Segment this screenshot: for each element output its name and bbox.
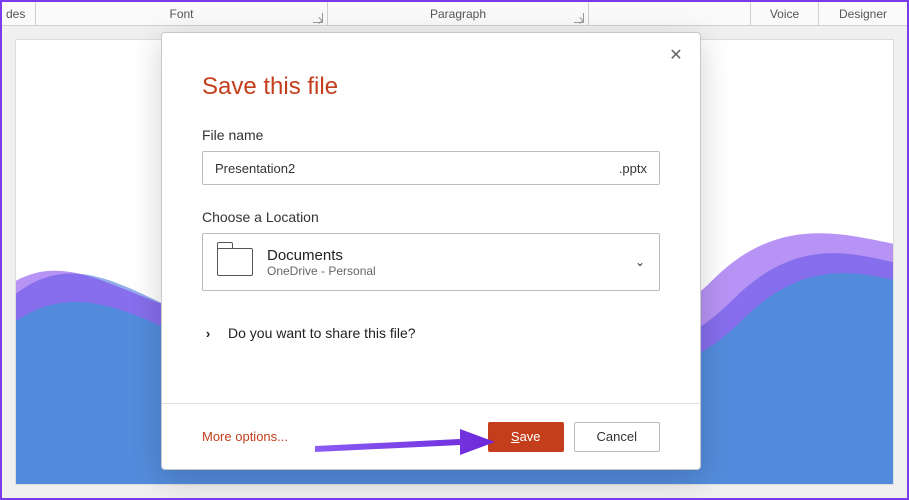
chevron-right-icon: › [202, 326, 214, 341]
close-button[interactable]: ✕ [662, 41, 690, 69]
ribbon-groups: des Font Paragraph Voice Designer [2, 2, 907, 26]
font-dialog-launcher-icon[interactable] [313, 13, 323, 23]
paragraph-dialog-launcher-icon[interactable] [574, 13, 584, 23]
location-picker[interactable]: Documents OneDrive - Personal ⌄ [202, 233, 660, 291]
location-name: Documents [267, 247, 621, 264]
save-file-dialog: ✕ Save this file File name .pptx Choose … [161, 32, 701, 470]
ribbon-group-slides: des [2, 2, 36, 25]
ribbon-group-designer: Designer [819, 2, 907, 25]
save-button[interactable]: Save [488, 422, 564, 452]
chevron-down-icon: ⌄ [635, 255, 645, 269]
ribbon-group-font: Font [36, 2, 328, 25]
location-sub: OneDrive - Personal [267, 264, 621, 278]
close-icon: ✕ [669, 45, 682, 65]
more-options-link[interactable]: More options... [202, 429, 288, 444]
save-button-rest: ave [520, 429, 541, 444]
cancel-button[interactable]: Cancel [574, 422, 660, 452]
file-extension: .pptx [619, 161, 647, 176]
share-expander[interactable]: › Do you want to share this file? [202, 321, 660, 345]
filename-field-wrapper: .pptx [202, 151, 660, 185]
dialog-title: Save this file [202, 73, 660, 101]
folder-icon [217, 248, 253, 276]
dialog-footer: More options... Save Cancel [162, 403, 700, 469]
location-label: Choose a Location [202, 209, 660, 225]
ribbon-group-voice: Voice [751, 2, 819, 25]
ribbon-group-paragraph: Paragraph [328, 2, 589, 25]
ribbon-spacer [589, 2, 751, 25]
share-prompt: Do you want to share this file? [228, 325, 416, 341]
filename-label: File name [202, 127, 660, 143]
filename-input[interactable] [215, 161, 619, 176]
